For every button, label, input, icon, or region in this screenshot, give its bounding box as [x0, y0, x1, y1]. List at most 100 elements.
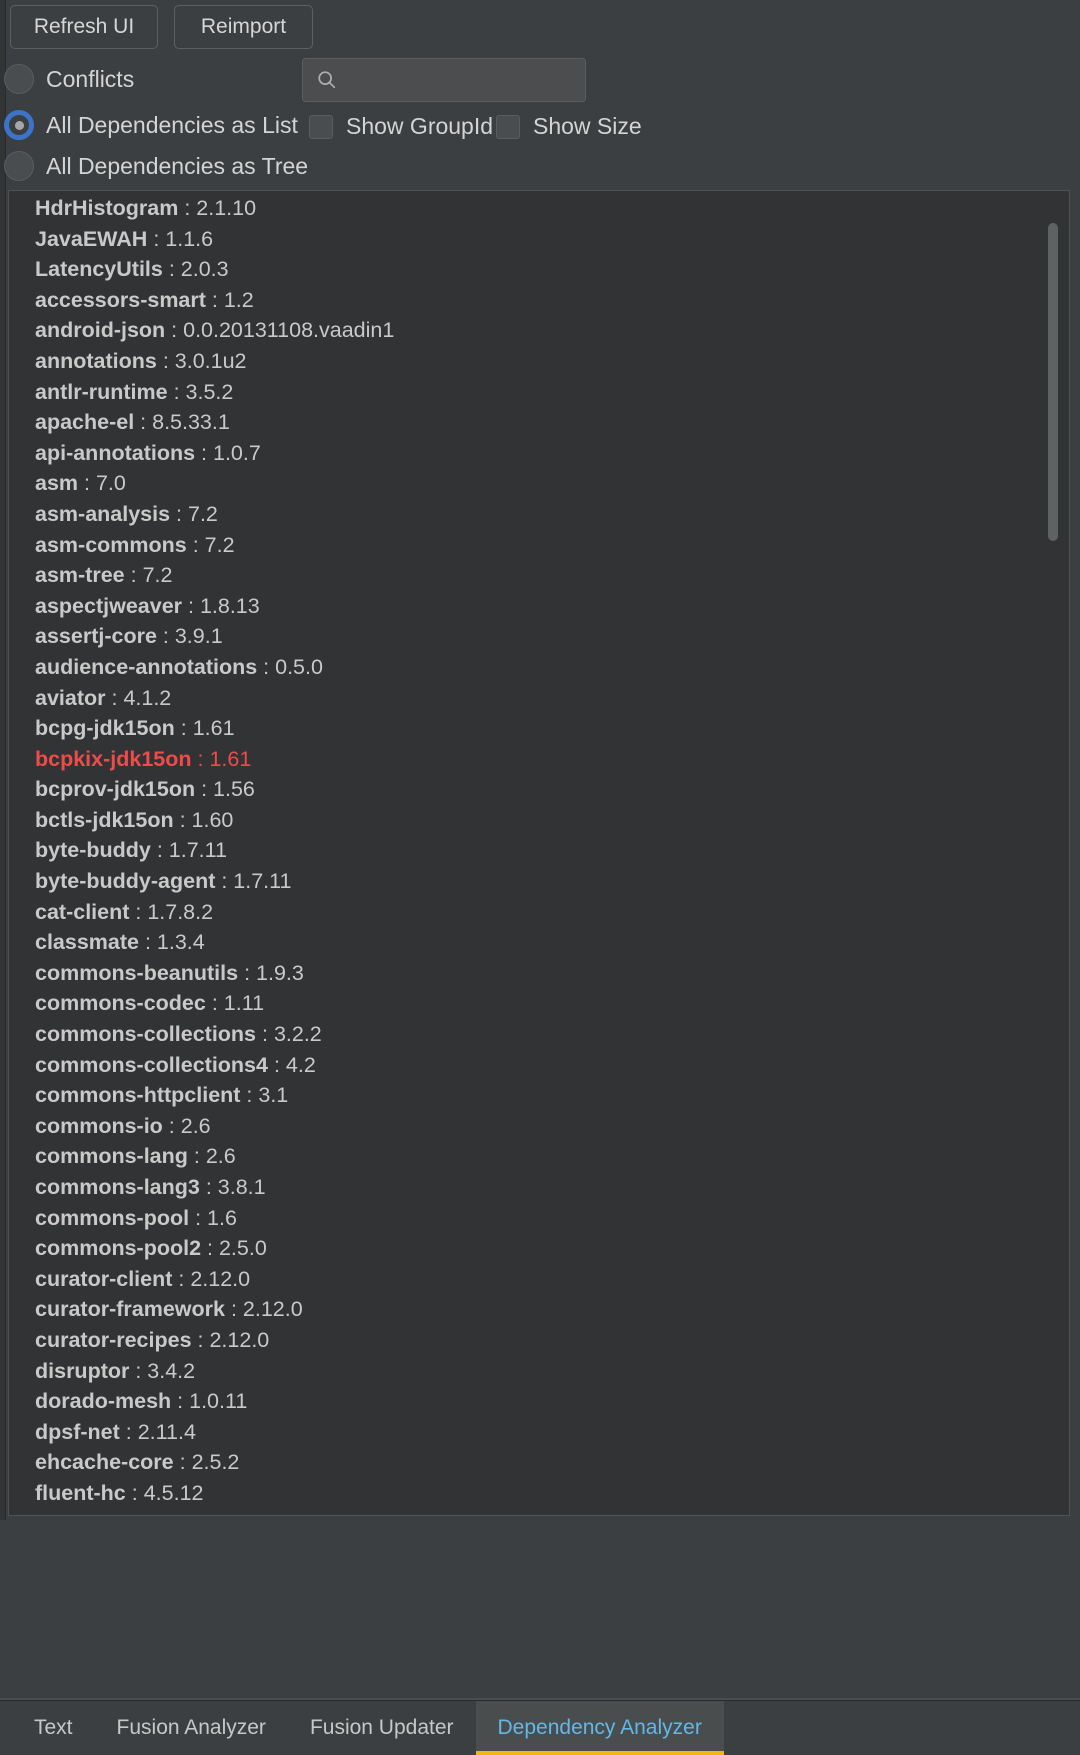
- dependency-version: 2.12.0: [190, 1266, 251, 1291]
- dependency-version: 3.9.1: [174, 624, 223, 649]
- dependency-row[interactable]: byte-buddy : 1.7.11: [11, 835, 1067, 866]
- dependency-row[interactable]: HdrHistogram : 2.1.10: [11, 193, 1067, 224]
- search-icon: [318, 71, 336, 89]
- dependency-version: 4.5.12: [143, 1480, 204, 1505]
- dependency-row[interactable]: asm : 7.0: [11, 468, 1067, 499]
- dependency-name: disruptor: [35, 1358, 130, 1383]
- left-panel-edge: [0, 0, 6, 1520]
- dependency-separator: :: [129, 899, 148, 924]
- checkbox-show-groupid-box[interactable]: [309, 114, 333, 139]
- radio-conflicts-indicator[interactable]: [4, 64, 34, 94]
- dependency-row[interactable]: classmate : 1.3.4: [11, 927, 1067, 958]
- dependency-row[interactable]: bcpkix-jdk15on : 1.61: [11, 744, 1067, 775]
- dependency-row[interactable]: api-annotations : 1.0.7: [11, 438, 1067, 469]
- checkbox-show-size[interactable]: Show Size: [496, 113, 642, 140]
- dependency-row[interactable]: aviator : 4.1.2: [11, 683, 1067, 714]
- dependency-separator: :: [195, 440, 213, 465]
- dependency-row[interactable]: annotations : 3.0.1u2: [11, 346, 1067, 377]
- tab-text[interactable]: Text: [12, 1701, 95, 1755]
- dependency-version: 1.61: [209, 746, 252, 771]
- dependency-separator: :: [178, 196, 197, 220]
- tab-fusion-updater[interactable]: Fusion Updater: [288, 1701, 476, 1755]
- dependency-row[interactable]: commons-collections : 3.2.2: [11, 1019, 1067, 1050]
- dependency-row[interactable]: ehcache-core : 2.5.2: [11, 1447, 1067, 1478]
- dependency-row[interactable]: asm-tree : 7.2: [11, 560, 1067, 591]
- dependency-name: LatencyUtils: [35, 257, 163, 282]
- tab-dependency-analyzer[interactable]: Dependency Analyzer: [475, 1701, 725, 1755]
- dependency-list-scrollbar-thumb[interactable]: [1048, 223, 1058, 541]
- dependency-row[interactable]: commons-lang : 2.6: [11, 1141, 1067, 1172]
- dependency-row[interactable]: commons-collections4 : 4.2: [11, 1050, 1067, 1081]
- dependency-name: assertj-core: [35, 624, 157, 649]
- dependency-row[interactable]: curator-recipes : 2.12.0: [11, 1325, 1067, 1356]
- dependency-name: cat-client: [35, 899, 130, 924]
- dependency-name: JavaEWAH: [35, 226, 148, 251]
- radio-all-dependencies-as-tree[interactable]: All Dependencies as Tree: [4, 151, 308, 181]
- checkbox-show-groupid[interactable]: Show GroupId: [309, 113, 493, 140]
- dependency-row[interactable]: curator-client : 2.12.0: [11, 1264, 1067, 1295]
- dependency-row[interactable]: apache-el : 8.5.33.1: [11, 407, 1067, 438]
- dependency-row[interactable]: bcprov-jdk15on : 1.56: [11, 774, 1067, 805]
- radio-all-dependencies-as-tree-indicator[interactable]: [4, 151, 34, 181]
- dependency-separator: :: [215, 869, 234, 894]
- refresh-ui-button[interactable]: Refresh UI: [10, 5, 158, 49]
- dependency-row[interactable]: accessors-smart : 1.2: [11, 285, 1067, 316]
- dependency-version: 1.2: [223, 287, 254, 312]
- dependency-separator: :: [238, 960, 257, 985]
- dependency-row[interactable]: cat-client : 1.7.8.2: [11, 897, 1067, 928]
- dependency-row[interactable]: fluent-hc : 4.5.12: [11, 1478, 1067, 1509]
- dependency-row[interactable]: assertj-core : 3.9.1: [11, 621, 1067, 652]
- dependency-name: bcprov-jdk15on: [35, 777, 196, 802]
- dependency-separator: :: [173, 1450, 192, 1475]
- dependency-row[interactable]: audience-annotations : 0.5.0: [11, 652, 1067, 683]
- dependency-row[interactable]: aspectjweaver : 1.8.13: [11, 591, 1067, 622]
- dependency-separator: :: [195, 777, 214, 802]
- dependency-separator: :: [205, 991, 224, 1016]
- dependency-name: commons-collections4: [35, 1052, 268, 1077]
- checkbox-show-size-box[interactable]: [496, 114, 520, 139]
- dependency-row[interactable]: curator-framework : 2.12.0: [11, 1294, 1067, 1325]
- dependency-separator: :: [191, 746, 210, 771]
- dependency-row[interactable]: dorado-mesh : 1.0.11: [11, 1386, 1067, 1417]
- bottom-tabbar: Text Fusion Analyzer Fusion Updater Depende…: [0, 1700, 1080, 1755]
- dependency-row[interactable]: byte-buddy-agent : 1.7.11: [11, 866, 1067, 897]
- dependency-list-scrollbar[interactable]: [1043, 193, 1063, 1513]
- dependency-version: 2.0.3: [180, 257, 229, 282]
- dependency-row[interactable]: disruptor : 3.4.2: [11, 1356, 1067, 1387]
- dependency-row[interactable]: antlr-runtime : 3.5.2: [11, 377, 1067, 408]
- tab-label: Fusion Analyzer: [116, 1716, 266, 1739]
- dependency-name: antlr-runtime: [35, 379, 168, 404]
- dependency-separator: :: [240, 1083, 259, 1108]
- dependency-list[interactable]: HdrHistogram : 2.1.10 JavaEWAH : 1.1.6 Lat…: [11, 193, 1067, 1513]
- dependency-row[interactable]: commons-pool : 1.6: [11, 1203, 1067, 1234]
- dependency-version: 0.5.0: [275, 654, 323, 679]
- dependency-name: curator-recipes: [35, 1327, 192, 1352]
- search-input[interactable]: [338, 68, 611, 92]
- dependency-row[interactable]: commons-httpclient : 3.1: [11, 1080, 1067, 1111]
- dependency-row[interactable]: commons-codec : 1.11: [11, 988, 1067, 1019]
- dependency-row[interactable]: commons-io : 2.6: [11, 1111, 1067, 1142]
- radio-all-dependencies-as-tree-label: All Dependencies as Tree: [46, 152, 309, 179]
- dependency-row[interactable]: commons-lang3 : 3.8.1: [11, 1172, 1067, 1203]
- dependency-row[interactable]: bctls-jdk15on : 1.60: [11, 805, 1067, 836]
- dependency-row[interactable]: commons-beanutils : 1.9.3: [11, 958, 1067, 989]
- search-box[interactable]: [302, 58, 611, 102]
- dependency-row[interactable]: LatencyUtils : 2.0.3: [11, 254, 1067, 285]
- dependency-separator: :: [167, 379, 186, 404]
- dependency-name: commons-lang3: [35, 1175, 200, 1199]
- dependency-row[interactable]: JavaEWAH : 1.1.6: [11, 224, 1067, 255]
- dependency-row[interactable]: bcpg-jdk15on : 1.61: [11, 713, 1067, 744]
- tab-fusion-analyzer[interactable]: Fusion Analyzer: [95, 1701, 288, 1755]
- dependency-version: 7.2: [142, 563, 173, 588]
- dependency-row[interactable]: commons-pool2 : 2.5.0: [11, 1233, 1067, 1264]
- dependency-row[interactable]: asm-analysis : 7.2: [11, 499, 1067, 530]
- dependency-separator: :: [205, 287, 224, 312]
- radio-all-dependencies-as-list-indicator[interactable]: [4, 110, 34, 140]
- dependency-name: annotations: [35, 348, 157, 373]
- dependency-row[interactable]: dpsf-net : 2.11.4: [11, 1417, 1067, 1448]
- radio-conflicts[interactable]: Conflicts: [4, 64, 134, 94]
- reimport-button[interactable]: Reimport: [174, 5, 313, 49]
- dependency-row[interactable]: android-json : 0.0.20131108.vaadin1: [11, 315, 1067, 346]
- radio-all-dependencies-as-list[interactable]: All Dependencies as List: [4, 110, 298, 140]
- dependency-row[interactable]: asm-commons : 7.2: [11, 530, 1067, 561]
